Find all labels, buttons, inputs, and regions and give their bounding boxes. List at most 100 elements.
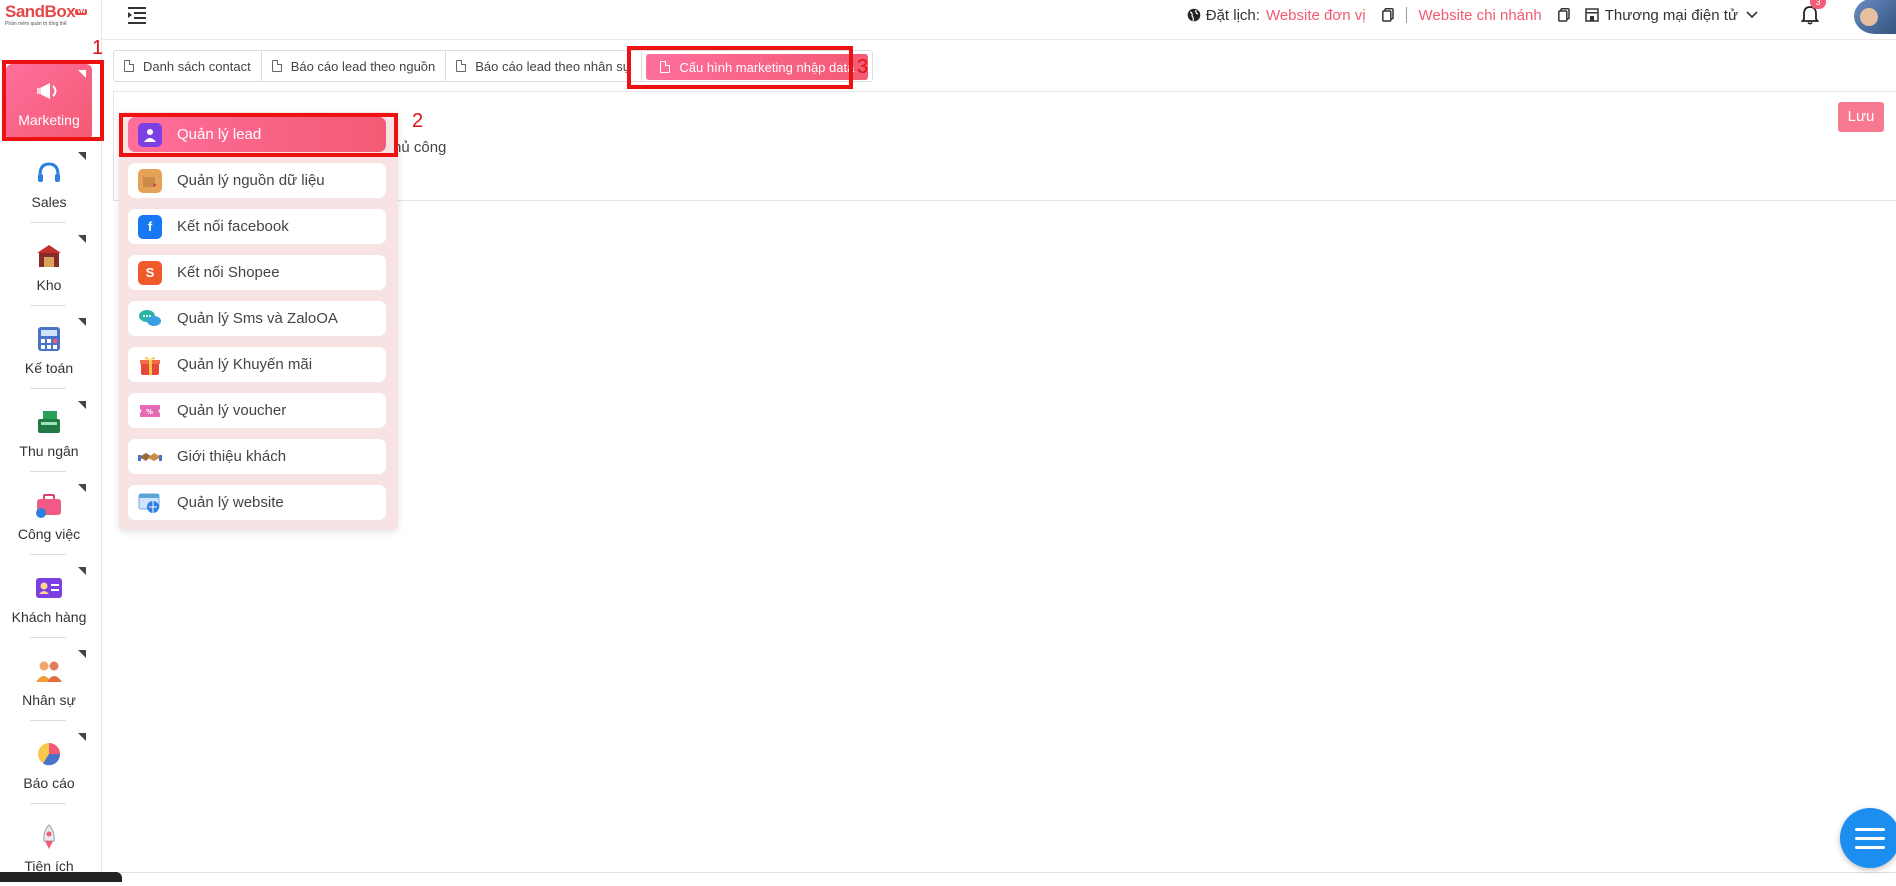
voucher-icon: % [138, 398, 162, 423]
globe-icon [1186, 7, 1202, 23]
bell-icon[interactable]: 3 [1798, 0, 1826, 27]
caret-icon [78, 484, 86, 492]
annotation-3: 3 [857, 56, 869, 78]
sidebar-item-label: Sales [31, 194, 67, 210]
sidebar-separator [30, 803, 66, 804]
submenu-item-label: Quản lý nguồn dữ liệu [177, 172, 325, 189]
submenu-item-quan-ly-website[interactable]: Quản lý website [128, 485, 386, 520]
topbar-right: Đặt lịch: Website đơn vị Website chi nhá… [1186, 0, 1896, 34]
menu-toggle-icon[interactable] [128, 6, 148, 24]
warehouse-icon [34, 241, 64, 271]
sidebar-separator [30, 222, 66, 223]
sidebar-item-label: Khách hàng [11, 609, 87, 625]
logo-tagline: Phần mềm quản trị tổng thể [5, 21, 67, 27]
avatar[interactable] [1854, 0, 1896, 34]
manual-option-text: hủ công [393, 139, 447, 156]
website-unit-link[interactable]: Website đơn vị [1266, 7, 1366, 24]
tab-label: Báo cáo lead theo nhân sự [475, 58, 632, 74]
copy-icon[interactable] [1556, 7, 1572, 23]
sidebar-item-cong-viec[interactable]: Công việc [6, 478, 92, 554]
sidebar-item-nhan-su[interactable]: Nhân sự [6, 644, 92, 720]
sidebar-item-bao-cao[interactable]: Báo cáo [6, 727, 92, 803]
submenu-item-ket-noi-facebook[interactable]: f Kết nối facebook [128, 209, 386, 244]
save-button[interactable]: Lưu [1838, 102, 1884, 132]
submenu-item-label: Giới thiệu khách [177, 448, 287, 465]
data-source-icon [138, 168, 162, 193]
sidebar-separator [30, 637, 66, 638]
document-icon [271, 60, 282, 72]
submenu-item-quan-ly-khuyen-mai[interactable]: Quản lý Khuyến mãi [128, 347, 386, 382]
website-branch-link[interactable]: Website chi nhánh [1419, 7, 1542, 24]
sidebar-item-khach-hang[interactable]: Khách hàng [6, 561, 92, 637]
tab-bao-cao-lead-theo-nguon[interactable]: Báo cáo lead theo nguồn [262, 51, 447, 81]
cash-register-icon [34, 407, 64, 437]
caret-icon [78, 650, 86, 658]
chevron-down-icon[interactable] [1744, 7, 1760, 23]
tab-danh-sach-contact[interactable]: Danh sách contact [114, 51, 262, 81]
submenu-item-quan-ly-voucher[interactable]: % Quản lý voucher [128, 393, 386, 428]
svg-text:%: % [146, 408, 153, 416]
submenu-item-label: Kết nối Shopee [177, 264, 280, 281]
pie-chart-icon [34, 739, 64, 769]
sidebar-item-label: Kế toán [24, 360, 74, 376]
handshake-icon [138, 444, 162, 469]
briefcase-icon [34, 490, 64, 520]
sidebar-item-thu-ngan[interactable]: Thu ngân [6, 395, 92, 471]
sidebar-separator [30, 388, 66, 389]
submenu-item-gioi-thieu-khach[interactable]: Giới thiệu khách [128, 439, 386, 474]
chat-bubbles-icon [138, 306, 162, 331]
sidebar-separator [30, 305, 66, 306]
floating-menu-button[interactable] [1840, 808, 1896, 868]
document-icon [456, 60, 467, 72]
highlight-box-1 [2, 60, 104, 141]
people-icon [34, 656, 64, 686]
footer-divider [102, 872, 1896, 873]
fab-line [1855, 837, 1885, 840]
tab-label: Báo cáo lead theo nguồn [290, 58, 436, 74]
submenu-item-ket-noi-shopee[interactable]: S Kết nối Shopee [128, 255, 386, 290]
logo[interactable]: SandBox VN Phần mềm quản trị tổng thể [5, 3, 97, 33]
notification-badge: 3 [1810, 0, 1826, 9]
annotation-1: 1 [92, 37, 104, 59]
submenu-item-label: Kết nối facebook [177, 218, 289, 235]
sidebar-item-sales[interactable]: Sales [6, 146, 92, 222]
logo-brand: SandBox VN [5, 3, 97, 21]
gift-icon [138, 352, 162, 377]
divider [1405, 7, 1407, 23]
caret-icon [78, 318, 86, 326]
facebook-icon: f [138, 214, 162, 239]
caret-icon [78, 733, 86, 741]
submenu-item-quan-ly-sms-zalooa[interactable]: Quản lý Sms và ZaloOA [128, 301, 386, 336]
document-icon [124, 60, 134, 72]
store-icon [1584, 7, 1600, 23]
sidebar-item-label: Công việc [17, 526, 81, 542]
headset-icon [34, 158, 64, 188]
rocket-icon [34, 822, 64, 852]
marketing-submenu: Quản lý lead Quản lý nguồn dữ liệu f Kết… [119, 112, 398, 530]
sidebar-item-label: Báo cáo [23, 775, 75, 791]
sidebar-item-label: Thu ngân [19, 443, 79, 459]
submenu-item-label: Quản lý website [177, 494, 284, 511]
sidebar: SandBox VN Phần mềm quản trị tổng thể Mar… [0, 0, 104, 882]
highlight-box-3 [627, 46, 853, 89]
annotation-2: 2 [412, 110, 424, 132]
caret-icon [78, 235, 86, 243]
tab-label: Danh sách contact [143, 58, 251, 74]
fab-line [1855, 828, 1885, 831]
submenu-item-label: Quản lý voucher [177, 402, 287, 419]
fab-line [1855, 846, 1885, 849]
copy-icon[interactable] [1380, 7, 1396, 23]
sidebar-item-ke-toan[interactable]: Kế toán [6, 312, 92, 388]
shopee-icon: S [138, 260, 162, 285]
topbar: Đặt lịch: Website đơn vị Website chi nhá… [102, 0, 1896, 40]
logo-badge: VN [75, 9, 87, 15]
sidebar-item-kho[interactable]: Kho [6, 229, 92, 305]
sidebar-item-label: Kho [36, 277, 62, 293]
submenu-item-quan-ly-nguon-du-lieu[interactable]: Quản lý nguồn dữ liệu [128, 163, 386, 198]
sidebar-separator [30, 471, 66, 472]
submenu-item-label: Quản lý Sms và ZaloOA [177, 310, 338, 327]
logo-brand-text: SandBox [5, 2, 76, 21]
ecommerce-dropdown[interactable]: Thương mại điện tử [1605, 7, 1738, 24]
tab-bao-cao-lead-theo-nhan-su[interactable]: Báo cáo lead theo nhân sự [446, 51, 643, 81]
taskbar-fragment [0, 872, 122, 882]
